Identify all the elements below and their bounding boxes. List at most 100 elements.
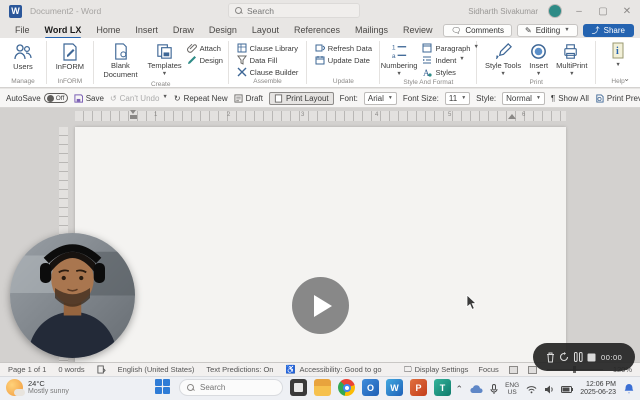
tab-file[interactable]: File (8, 23, 37, 38)
page-indicator[interactable]: Page 1 of 1 (8, 365, 46, 374)
powerpoint-button[interactable]: P (410, 379, 427, 396)
chevron-down-icon: ▼ (569, 72, 574, 78)
print-layout-view-icon[interactable] (528, 366, 537, 374)
restart-recording-button[interactable] (559, 352, 569, 362)
display-settings[interactable]: Display Settings (415, 365, 469, 374)
onedrive-icon[interactable] (470, 385, 483, 394)
volume-icon[interactable] (544, 385, 554, 394)
language-indicator[interactable]: English (United States) (118, 365, 195, 374)
repeat-new-button[interactable]: ↻ Repeat New (174, 94, 228, 103)
users-button[interactable]: Users (10, 41, 36, 73)
user-name: Sidharth Sivakumar (468, 7, 538, 16)
language-switcher[interactable]: ENG US (505, 382, 519, 396)
clause-library-button[interactable]: Clause Library (237, 43, 298, 53)
read-mode-icon[interactable] (509, 366, 518, 374)
indent-marker-right[interactable] (508, 114, 516, 119)
start-button[interactable] (155, 379, 172, 396)
notification-bell-icon[interactable] (623, 383, 635, 395)
undo-icon: ↺ (110, 94, 117, 103)
font-select[interactable]: Arial ▼ (364, 92, 397, 105)
style-select[interactable]: Normal ▼ (502, 92, 545, 105)
comments-button[interactable]: 🗨 Comments (443, 24, 512, 37)
design-button[interactable]: Design (187, 55, 223, 65)
restore-button[interactable]: ▢ (596, 6, 610, 17)
pause-recording-button[interactable] (574, 352, 583, 362)
cant-undo-button[interactable]: ↺ Can't Undo ▼ (110, 94, 168, 103)
share-button[interactable]: ⤴ Share (583, 24, 634, 37)
paragraph-button[interactable]: Paragraph ▼ (422, 43, 478, 53)
tab-home[interactable]: Home (89, 23, 127, 38)
autosave-toggle[interactable]: AutoSave Off (6, 93, 68, 103)
taskbar-search-box[interactable] (179, 379, 283, 396)
taskbar-clock[interactable]: 12:06 PM 2025-06-23 (580, 381, 616, 398)
templates-button[interactable]: Templates ▼ (144, 41, 184, 78)
data-fill-button[interactable]: Data Fill (237, 55, 278, 65)
minimize-button[interactable]: – (572, 6, 586, 17)
chevron-down-icon: ▼ (536, 72, 541, 78)
clause-library-icon (237, 43, 247, 53)
wifi-icon[interactable] (526, 385, 537, 394)
update-date-button[interactable]: Update Date (315, 55, 370, 65)
text-predictions[interactable]: Text Predictions: On (206, 365, 273, 374)
tab-word-lx[interactable]: Word LX (38, 23, 89, 38)
system-tray: ⌃ ENG US 12:06 PM 2025-06-23 (456, 377, 635, 400)
proofing-icon[interactable] (97, 365, 106, 374)
close-button[interactable]: ✕ (620, 6, 634, 17)
group-create: Blank Document Templates ▼ Attach Design (94, 38, 228, 87)
tab-references[interactable]: References (287, 23, 347, 38)
insert-button[interactable]: Insert ▼ (526, 41, 551, 78)
presenter-video (10, 233, 135, 358)
multiprint-icon (562, 42, 581, 61)
focus-mode[interactable]: Focus (478, 365, 498, 374)
attach-icon (187, 43, 197, 53)
tab-design[interactable]: Design (202, 23, 244, 38)
blank-document-button[interactable]: Blank Document (98, 41, 142, 80)
help-info-button[interactable]: i ▼ (607, 41, 629, 70)
title-search-input[interactable] (247, 6, 347, 16)
video-play-button[interactable] (292, 277, 349, 334)
word-app-icon: W (9, 5, 22, 18)
title-bar: W Document2 - Word Sidharth Sivakumar – … (0, 0, 640, 22)
inform-button[interactable]: InFORM (53, 41, 87, 73)
collapse-ribbon-icon[interactable]: ⌄ (623, 74, 630, 83)
search-icon (187, 384, 195, 392)
word-count[interactable]: 0 words (58, 365, 84, 374)
font-size-select[interactable]: 11 ▼ (445, 92, 470, 105)
microphone-icon[interactable] (490, 384, 498, 395)
indent-button[interactable]: Indent ▼ (422, 55, 464, 65)
draft-button[interactable]: Draft (234, 94, 263, 103)
indent-marker-left[interactable] (130, 110, 137, 121)
chrome-button[interactable] (338, 379, 355, 396)
outlook-button[interactable]: O (362, 379, 379, 396)
user-avatar[interactable] (548, 4, 562, 18)
refresh-data-button[interactable]: Refresh Data (315, 43, 372, 53)
tab-layout[interactable]: Layout (245, 23, 286, 38)
delete-recording-button[interactable] (546, 352, 555, 363)
save-button[interactable]: Save (74, 94, 104, 103)
taskbar-weather-widget[interactable]: 24°C Mostly sunny (6, 379, 69, 396)
hidden-icons-chevron[interactable]: ⌃ (456, 385, 464, 394)
numbering-button[interactable]: 1a Numbering ▼ (378, 41, 421, 78)
tab-review[interactable]: Review (396, 23, 440, 38)
attach-button[interactable]: Attach (187, 43, 223, 53)
styles-button[interactable]: A Styles (422, 67, 455, 77)
stop-recording-button[interactable] (587, 353, 596, 362)
print-layout-button[interactable]: Print Layout (269, 92, 334, 105)
tab-draw[interactable]: Draw (166, 23, 201, 38)
tab-insert[interactable]: Insert (128, 23, 165, 38)
battery-icon[interactable] (561, 386, 573, 393)
accessibility-status[interactable]: Accessibility: Good to go (299, 365, 381, 374)
print-preview-edit-mode-button[interactable]: Print Preview Edit Mode (595, 94, 640, 103)
teams-app-button[interactable]: T (434, 379, 451, 396)
tab-mailings[interactable]: Mailings (348, 23, 395, 38)
clause-builder-button[interactable]: Clause Builder (237, 67, 299, 77)
editing-dropdown[interactable]: ✎ Editing ▼ (517, 24, 578, 37)
file-explorer-button[interactable] (314, 379, 331, 396)
taskbar-search-input[interactable] (200, 383, 280, 392)
multiprint-button[interactable]: MultiPrint ▼ (553, 41, 590, 78)
title-search-box[interactable] (228, 3, 360, 18)
task-view-button[interactable] (290, 379, 307, 396)
word-taskbar-button[interactable]: W (386, 379, 403, 396)
show-all-button[interactable]: ¶ Show All (551, 94, 589, 103)
style-tools-button[interactable]: Style Tools ▼ (482, 41, 524, 78)
